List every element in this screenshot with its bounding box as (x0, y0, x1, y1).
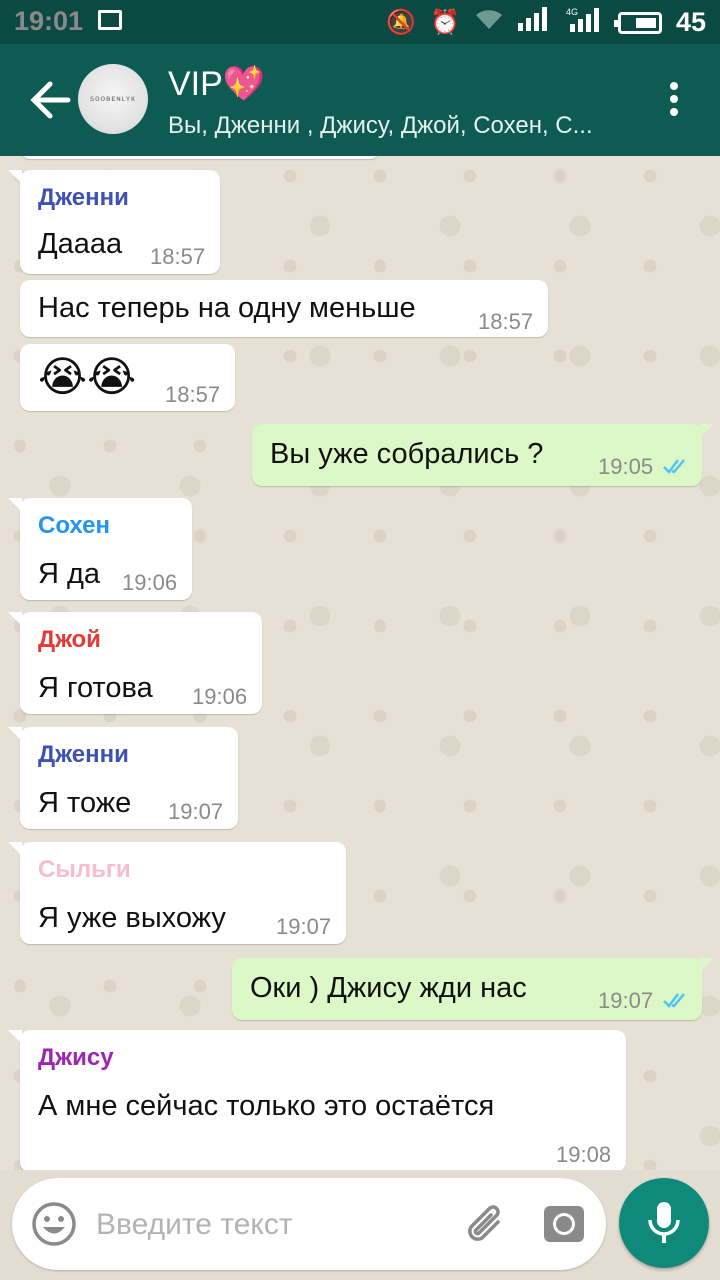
signal-icon (517, 7, 552, 38)
message-bubble[interactable]: Нас теперь на одну меньше 18:57 (20, 280, 548, 337)
group-title[interactable]: VIP💖 (168, 64, 265, 104)
message-text: Я да (38, 558, 101, 590)
message-sender: Джису (38, 1044, 114, 1071)
message-input[interactable] (94, 1196, 438, 1254)
svg-text:4G: 4G (566, 7, 578, 17)
message-bubble[interactable]: 😭😭 18:57 (20, 344, 235, 411)
message-bubble-partial[interactable] (20, 156, 380, 159)
signal-4g-icon: 4G (566, 6, 604, 39)
message-text: Я уже выхожу (38, 902, 226, 934)
camera-icon[interactable] (542, 1202, 586, 1246)
message-text: А мне сейчас только это остаётся (38, 1090, 495, 1122)
status-icons: 🔕 ⏰ 4G 45 (386, 6, 706, 39)
message-bubble[interactable]: Сыльги Я уже выхожу 19:07 (8, 842, 346, 944)
message-time: 19:08 (556, 1142, 612, 1167)
message-sender: Сохен (38, 512, 110, 539)
message-text: Оки ) Джису жди нас (250, 972, 527, 1004)
chat-area: Дженни Даааа 18:57 Нас теперь на одну ме… (0, 156, 720, 1170)
message-time: 18:57 (165, 382, 221, 407)
battery-icon (613, 11, 662, 34)
message-time: 19:07 (168, 799, 224, 824)
status-time: 19:01 (14, 6, 84, 36)
alarm-icon: ⏰ (430, 9, 460, 36)
mute-icon: 🔕 (386, 9, 417, 36)
group-avatar[interactable]: ꜱᴏᴏʙᴇɴʟʏᴋ (78, 64, 148, 134)
battery-level: 45 (675, 7, 706, 37)
message-text: Даааа (38, 228, 123, 260)
message-bubble[interactable]: Дженни Даааа 18:57 (8, 170, 220, 274)
message-sender: Дженни (38, 741, 129, 768)
emoji-icon[interactable] (30, 1200, 78, 1248)
message-sender: Дженни (38, 184, 129, 211)
message-bubble[interactable]: Дженни Я тоже 19:07 (8, 727, 238, 829)
wifi-icon (474, 7, 504, 38)
message-emoji: 😭😭 (38, 353, 137, 400)
message-sender: Джой (38, 626, 101, 653)
message-text: Нас теперь на одну меньше (38, 292, 416, 324)
message-text: Я тоже (38, 787, 132, 819)
message-bubble[interactable]: Сохен Я да 19:06 (8, 498, 192, 600)
message-bubble[interactable]: Джой Я готова 19:06 (8, 612, 262, 714)
message-time: 18:57 (478, 309, 534, 334)
voice-record-button[interactable] (619, 1178, 709, 1268)
message-composer (12, 1178, 606, 1270)
message-time: 19:07 (276, 914, 332, 939)
read-check-icon (663, 993, 685, 1008)
message-time: 19:06 (192, 684, 248, 709)
message-time: 19:05 (598, 454, 654, 479)
group-members[interactable]: Вы, Дженни , Джису, Джой, Сохен, С... (168, 112, 593, 140)
message-bubble-outgoing[interactable]: Оки ) Джису жди нас 19:07 (232, 958, 714, 1020)
attach-paperclip-icon[interactable] (462, 1200, 510, 1248)
message-bubble[interactable]: Джису А мне сейчас только это остаётся 1… (8, 1030, 626, 1170)
chat-header: ꜱᴏᴏʙᴇɴʟʏᴋ VIP💖 Вы, Дженни , Джису, Джой,… (0, 44, 720, 156)
message-text: Вы уже собрались ? (270, 438, 544, 470)
overflow-menu-icon[interactable] (670, 82, 680, 118)
microphone-icon (648, 1202, 680, 1243)
message-time: 18:57 (150, 244, 206, 269)
back-arrow-icon[interactable] (28, 80, 72, 120)
message-time: 19:07 (598, 988, 654, 1013)
message-time: 19:06 (122, 570, 178, 595)
image-notification-icon (98, 10, 122, 30)
message-sender: Сыльги (38, 856, 131, 883)
message-bubble-outgoing[interactable]: Вы уже собрались ? 19:05 (252, 424, 714, 486)
message-text: Я готова (38, 672, 153, 704)
status-bar: 19:01 🔕 ⏰ 4G 45 (0, 0, 720, 44)
avatar-signature: ꜱᴏᴏʙᴇɴʟʏᴋ (90, 94, 137, 103)
read-check-icon (663, 459, 685, 474)
